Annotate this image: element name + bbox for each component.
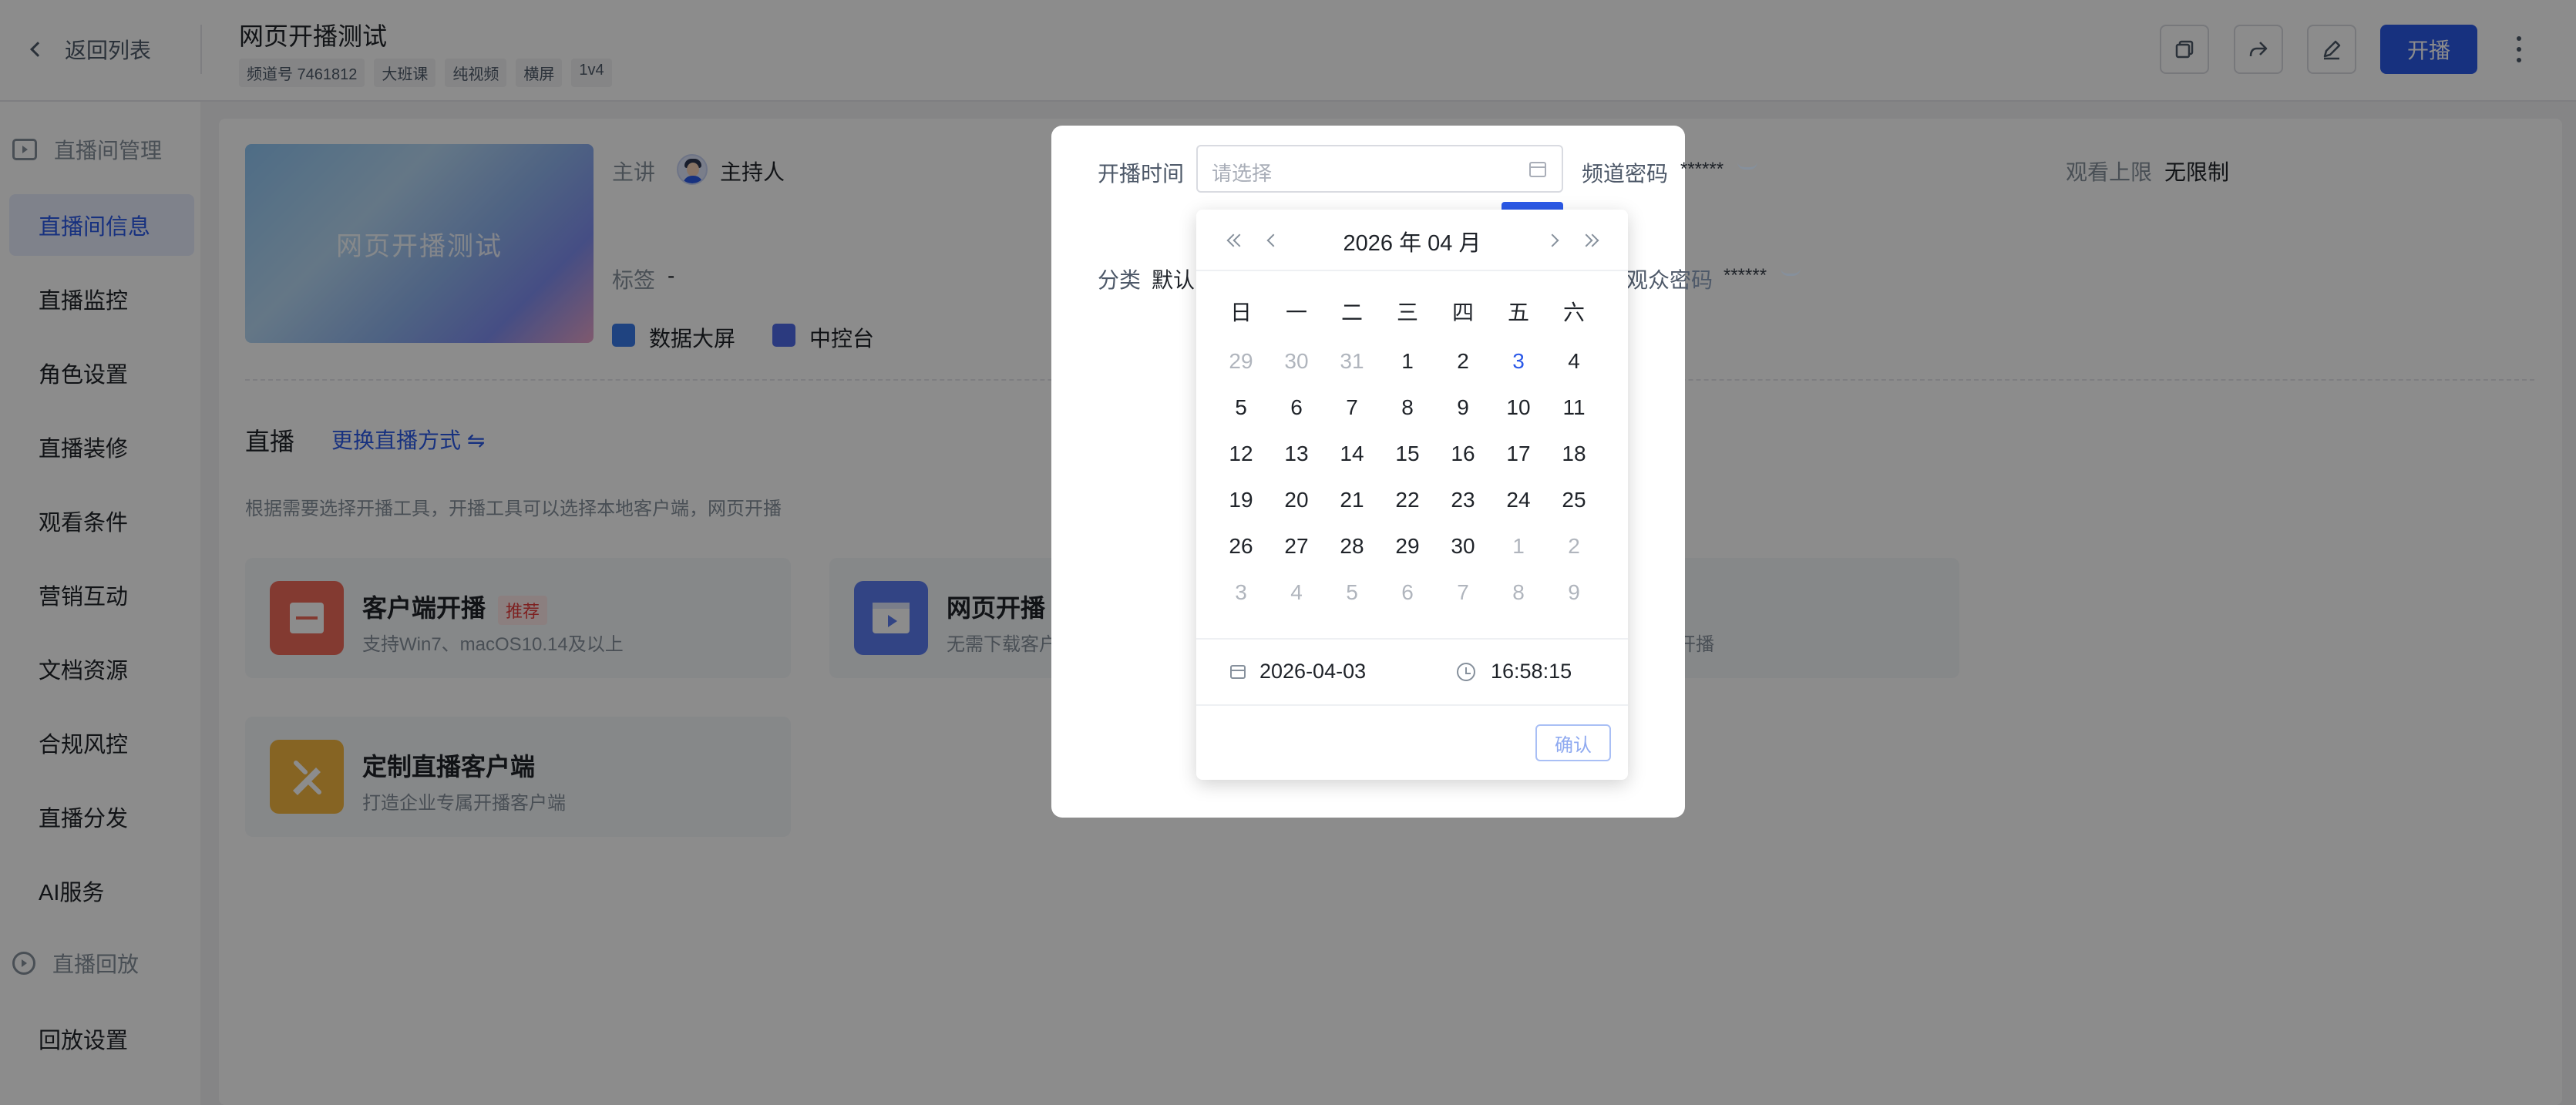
day-cell[interactable]: 7 (1435, 573, 1491, 620)
weekday-sun: 日 (1229, 301, 1252, 324)
category-label: 分类 (1098, 268, 1142, 292)
weekday-header: 日 一 二 三 四 五 六 (1213, 296, 1602, 330)
day-cell[interactable]: 3 (1213, 573, 1269, 620)
weekday-sat: 六 (1562, 301, 1585, 324)
day-cell[interactable]: 5 (1213, 388, 1269, 435)
day-cell[interactable]: 2 (1435, 342, 1491, 388)
day-cell[interactable]: 29 (1213, 342, 1269, 388)
day-cell[interactable]: 30 (1269, 342, 1324, 388)
day-cell[interactable]: 30 (1435, 527, 1491, 573)
day-cell[interactable]: 10 (1491, 388, 1546, 435)
next-month-button[interactable] (1540, 228, 1565, 253)
selected-date-value: 2026-04-03 (1259, 660, 1367, 683)
day-cell[interactable]: 29 (1380, 527, 1435, 573)
day-cell[interactable]: 9 (1435, 388, 1491, 435)
day-cell[interactable]: 28 (1324, 527, 1380, 573)
day-cell[interactable]: 2 (1546, 527, 1602, 573)
day-cell[interactable]: 25 (1546, 481, 1602, 527)
weekday-thu: 四 (1451, 301, 1474, 324)
day-cell[interactable]: 26 (1213, 527, 1269, 573)
day-cell[interactable]: 23 (1435, 481, 1491, 527)
day-cell[interactable]: 4 (1269, 573, 1324, 620)
day-cell[interactable]: 8 (1491, 573, 1546, 620)
day-cell[interactable]: 7 (1324, 388, 1380, 435)
day-cell[interactable]: 24 (1491, 481, 1546, 527)
day-cell[interactable]: 13 (1269, 435, 1324, 481)
day-cell[interactable]: 16 (1435, 435, 1491, 481)
selected-time-display[interactable]: 16:58:15 (1457, 660, 1572, 683)
start-time-label: 开播时间 (1098, 162, 1185, 186)
weekday-wed: 三 (1396, 301, 1418, 324)
start-time-placeholder: 请选择 (1212, 162, 1273, 185)
day-cell[interactable]: 8 (1380, 388, 1435, 435)
clock-icon (1457, 662, 1475, 681)
day-cell[interactable]: 11 (1546, 388, 1602, 435)
day-cell[interactable]: 6 (1380, 573, 1435, 620)
day-cell[interactable]: 4 (1546, 342, 1602, 388)
calendar-icon (1529, 162, 1546, 177)
day-cell[interactable]: 19 (1213, 481, 1269, 527)
day-cell[interactable]: 21 (1324, 481, 1380, 527)
weekday-mon: 一 (1285, 301, 1307, 324)
day-cell[interactable]: 27 (1269, 527, 1324, 573)
category-value: 默认 (1152, 268, 1196, 292)
day-cell[interactable]: 9 (1546, 573, 1602, 620)
day-cell[interactable]: 15 (1380, 435, 1435, 481)
footer-divider (1196, 638, 1628, 640)
confirm-button[interactable]: 确认 (1535, 724, 1611, 761)
day-cell[interactable]: 14 (1324, 435, 1380, 481)
day-cell[interactable]: 22 (1380, 481, 1435, 527)
weekday-tue: 二 (1340, 301, 1363, 324)
weekday-fri: 五 (1507, 301, 1529, 324)
day-cell[interactable]: 18 (1546, 435, 1602, 481)
day-cell[interactable]: 6 (1269, 388, 1324, 435)
footer-divider (1196, 704, 1628, 706)
calendar-icon (1230, 664, 1246, 679)
day-cell[interactable]: 12 (1213, 435, 1269, 481)
day-cell-today[interactable]: 3 (1491, 342, 1546, 388)
viewer-password-label: 观众密码 (1626, 268, 1713, 292)
day-cell[interactable]: 20 (1269, 481, 1324, 527)
day-cell[interactable]: 1 (1491, 527, 1546, 573)
date-picker-panel: 2026 年 04 月 日 一 二 三 四 五 六 29 30 31 1 2 3 4 5 6 7 8… (1196, 210, 1628, 780)
day-cell[interactable]: 31 (1324, 342, 1380, 388)
selected-time-value: 16:58:15 (1491, 660, 1572, 683)
channel-password-value: ****** (1680, 159, 1724, 180)
date-picker-header: 2026 年 04 月 (1196, 210, 1628, 271)
start-time-input[interactable]: 请选择 (1196, 145, 1563, 193)
next-year-button[interactable] (1577, 228, 1602, 253)
selected-date-display[interactable]: 2026-04-03 (1230, 660, 1366, 683)
day-cell[interactable]: 17 (1491, 435, 1546, 481)
viewer-password-value: ****** (1723, 265, 1767, 286)
day-cell[interactable]: 1 (1380, 342, 1435, 388)
day-grid: 29 30 31 1 2 3 4 5 6 7 8 9 10 11 12 13 14 15 16 17 18 19 20 21 2… (1213, 342, 1602, 620)
day-cell[interactable]: 5 (1324, 573, 1380, 620)
channel-password-label: 频道密码 (1582, 162, 1669, 186)
